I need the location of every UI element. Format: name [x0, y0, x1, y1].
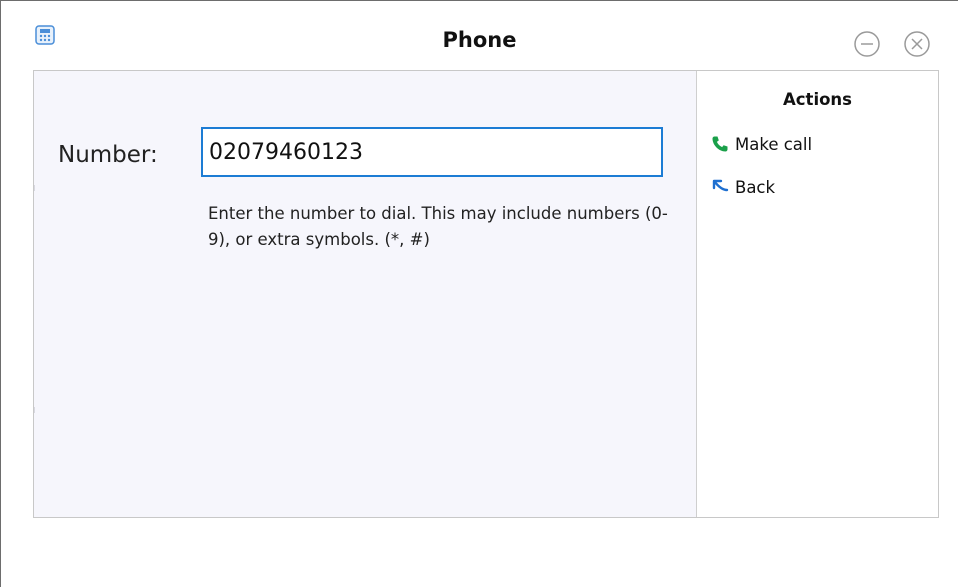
close-icon — [904, 31, 930, 57]
actions-title: Actions — [783, 90, 852, 109]
dialog-panel: Number: Enter the number to dial. This m… — [33, 70, 939, 518]
close-button[interactable] — [903, 30, 931, 58]
phone-call-icon — [709, 133, 731, 155]
title-bar: Phone — [1, 1, 958, 69]
edge-mark — [34, 407, 35, 413]
make-call-action[interactable]: Make call — [709, 131, 812, 157]
back-label: Back — [735, 177, 776, 197]
number-label: Number: — [58, 142, 158, 168]
help-text: Enter the number to dial. This may inclu… — [208, 204, 668, 249]
back-arrow-icon — [709, 176, 731, 198]
minimize-button[interactable] — [853, 30, 881, 58]
minimize-icon — [854, 31, 880, 57]
phone-window: Phone Number: Enter the number to dial. … — [0, 0, 958, 587]
form-area: Number: Enter the number to dial. This m… — [34, 71, 697, 517]
window-title: Phone — [442, 28, 517, 52]
make-call-label: Make call — [735, 134, 813, 154]
actions-panel: Actions Make call Back — [697, 71, 938, 517]
edge-mark — [34, 185, 35, 191]
back-action[interactable]: Back — [709, 174, 775, 200]
number-input[interactable] — [201, 127, 663, 177]
